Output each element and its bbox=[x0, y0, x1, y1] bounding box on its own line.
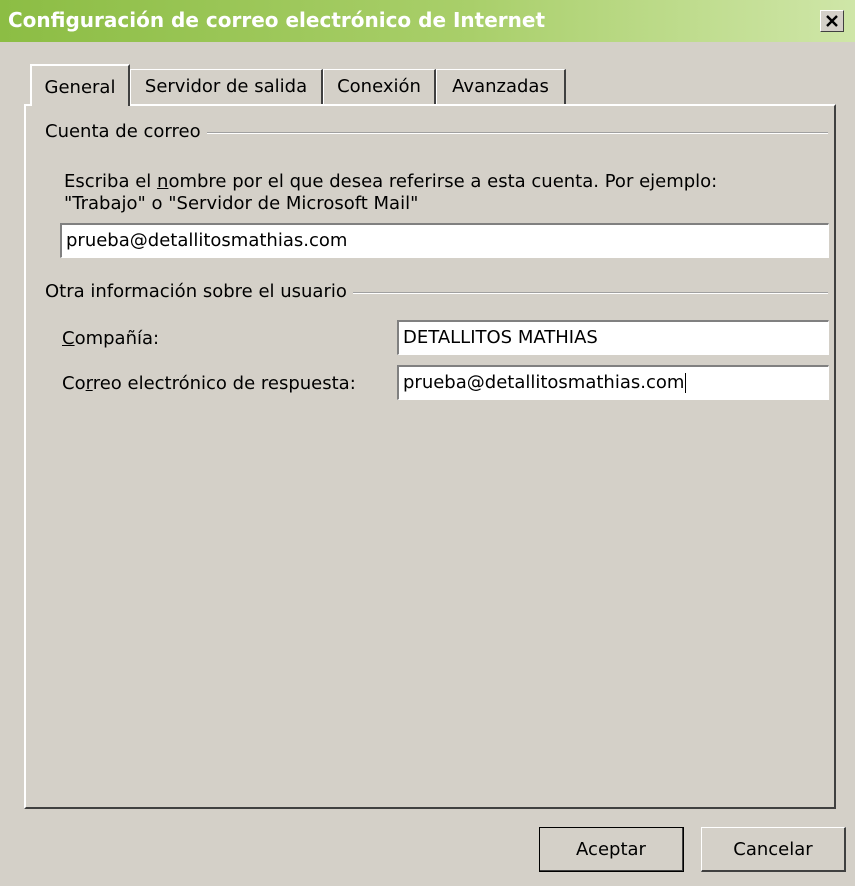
ok-button-label: Aceptar bbox=[576, 838, 646, 860]
account-group-title: Cuenta de correo bbox=[45, 121, 207, 142]
account-description-line1: Escriba el nombre por el que desea refer… bbox=[64, 171, 718, 192]
tab-outgoing-server-label: Servidor de salida bbox=[144, 76, 308, 97]
tab-connection-label: Conexión bbox=[337, 76, 421, 97]
company-input[interactable]: DETALLITOS MATHIAS bbox=[397, 320, 829, 355]
account-name-input[interactable]: prueba@detallitosmathias.com bbox=[60, 223, 829, 258]
ok-button[interactable]: Aceptar bbox=[539, 827, 684, 872]
account-description: Escriba el nombre por el que desea refer… bbox=[64, 171, 824, 215]
cancel-button-label: Cancelar bbox=[733, 838, 813, 860]
title-bar[interactable]: Configuración de correo electrónico de I… bbox=[0, 0, 855, 42]
user-group-title: Otra información sobre el usuario bbox=[45, 281, 353, 302]
close-icon bbox=[826, 15, 838, 27]
tab-general[interactable]: General bbox=[30, 64, 130, 106]
reply-email-label: Correo electrónico de respuesta: bbox=[62, 373, 356, 394]
tab-outgoing-server[interactable]: Servidor de salida bbox=[130, 69, 323, 104]
tab-general-label: General bbox=[44, 77, 116, 98]
close-button[interactable] bbox=[820, 10, 844, 32]
email-settings-dialog: Configuración de correo electrónico de I… bbox=[0, 0, 855, 886]
text-caret bbox=[685, 373, 687, 393]
tab-advanced-label: Avanzadas bbox=[452, 76, 549, 97]
reply-email-value: prueba@detallitosmathias.com bbox=[403, 372, 685, 393]
tab-connection[interactable]: Conexión bbox=[323, 69, 436, 104]
cancel-button[interactable]: Cancelar bbox=[701, 827, 846, 872]
reply-email-input[interactable]: prueba@detallitosmathias.com bbox=[397, 365, 829, 400]
dialog-title: Configuración de correo electrónico de I… bbox=[8, 8, 546, 32]
company-label: Compañía: bbox=[62, 328, 160, 349]
tab-advanced[interactable]: Avanzadas bbox=[436, 69, 566, 104]
account-description-line2: "Trabajo" o "Servidor de Microsoft Mail" bbox=[64, 193, 419, 214]
